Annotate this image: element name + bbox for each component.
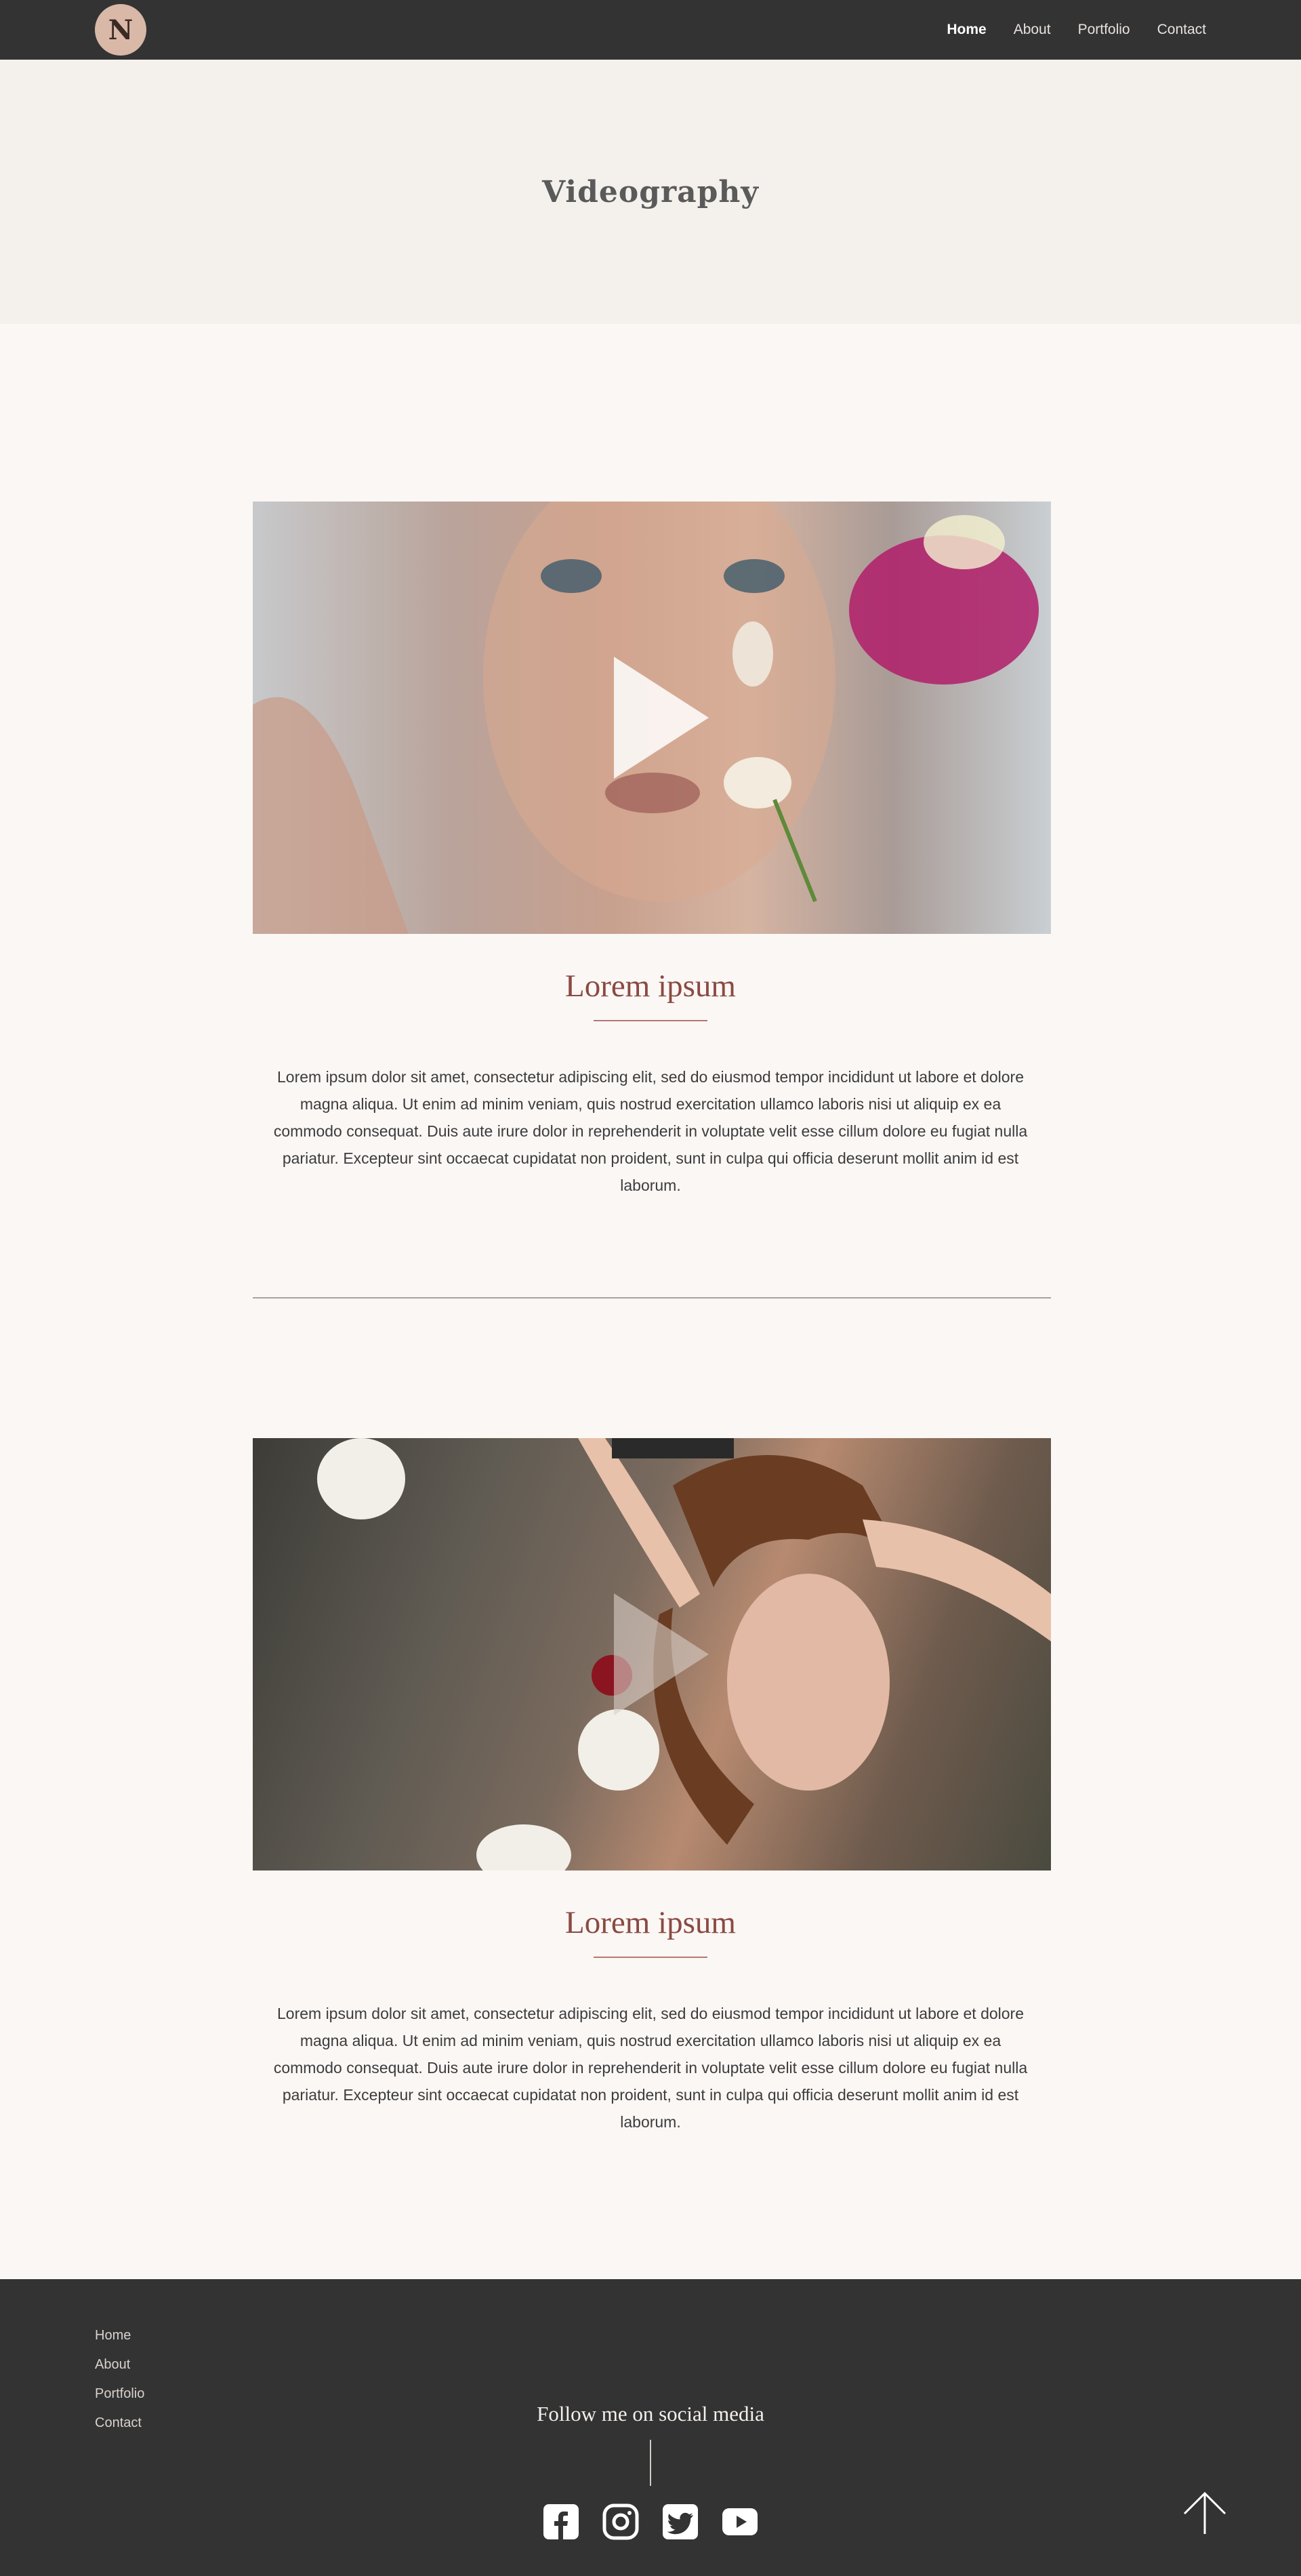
video-thumbnail-1[interactable]: [253, 502, 1051, 934]
arrow-up-icon[interactable]: [1180, 2489, 1229, 2538]
follow-social-text: Follow me on social media: [537, 2402, 764, 2426]
play-icon[interactable]: [614, 657, 709, 779]
nav-portfolio-link[interactable]: Portfolio: [1078, 22, 1130, 38]
footer-vertical-line: [650, 2440, 651, 2486]
title-underline-1: [594, 1020, 707, 1021]
facebook-icon[interactable]: [542, 2503, 580, 2541]
nav-about-link[interactable]: About: [1014, 22, 1051, 38]
nav-home-link[interactable]: Home: [947, 22, 986, 38]
video-thumbnail-2[interactable]: [253, 1438, 1051, 1870]
play-icon[interactable]: [614, 1593, 709, 1715]
title-underline-2: [594, 1957, 707, 1958]
logo-letter: N: [108, 14, 133, 46]
project-title-1: Lorem ipsum: [565, 968, 736, 1004]
footer-home-link[interactable]: Home: [95, 2328, 144, 2344]
site-footer: Home About Portfolio Contact Follow me o…: [0, 2279, 1301, 2576]
top-navbar: N Home About Portfolio Contact: [0, 0, 1301, 60]
hero-banner: Videography: [0, 60, 1301, 324]
project-description-2: Lorem ipsum dolor sit amet, consectetur …: [273, 2005, 1028, 2131]
section-divider: [253, 1297, 1051, 1299]
project-title-2: Lorem ipsum: [565, 1905, 736, 1940]
main-nav: Home About Portfolio Contact: [947, 0, 1206, 60]
project-description-1: Lorem ipsum dolor sit amet, consectetur …: [273, 1068, 1028, 1194]
footer-portfolio-link[interactable]: Portfolio: [95, 2386, 144, 2402]
footer-about-link[interactable]: About: [95, 2357, 144, 2373]
instagram-icon[interactable]: [602, 2503, 640, 2541]
youtube-icon[interactable]: [721, 2503, 759, 2541]
social-links: [542, 2503, 759, 2541]
twitter-icon[interactable]: [661, 2503, 699, 2541]
nav-contact-link[interactable]: Contact: [1157, 22, 1206, 38]
page-title: Videography: [542, 174, 759, 209]
site-logo[interactable]: N: [95, 4, 146, 56]
